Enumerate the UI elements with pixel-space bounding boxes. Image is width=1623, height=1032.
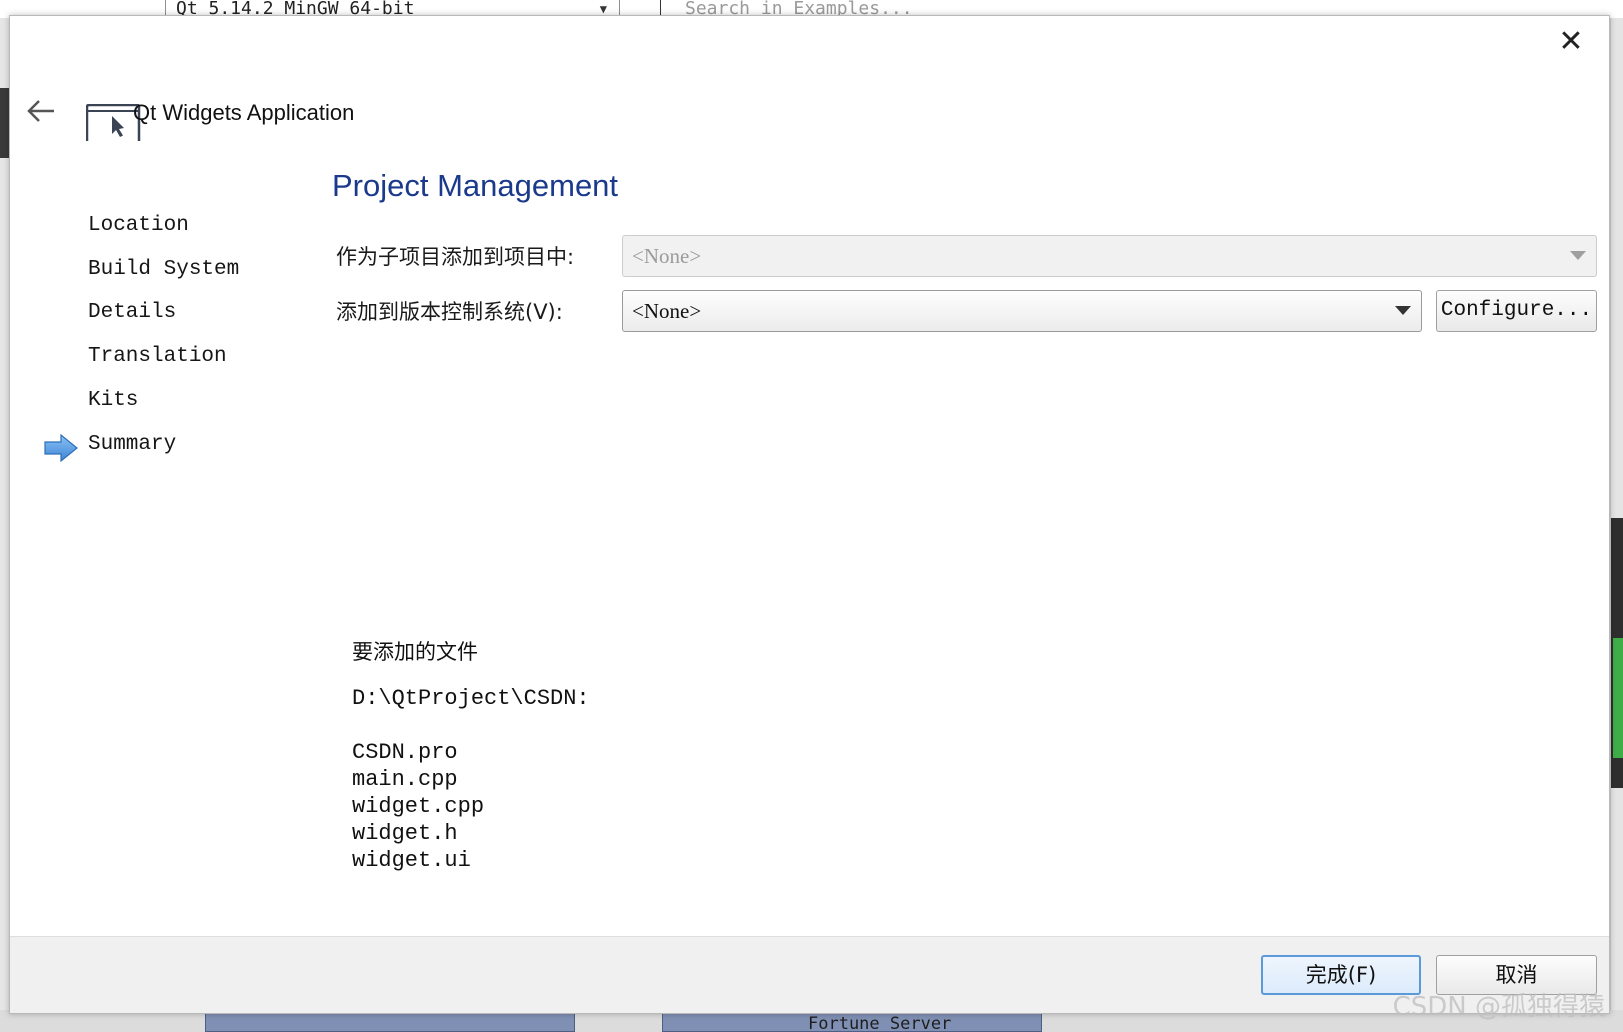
list-item: CSDN.pro: [352, 740, 458, 765]
background-right-green-block: [1613, 638, 1623, 758]
step-build-system: Build System: [88, 258, 240, 281]
dialog-footer: 完成(F) 取消: [10, 936, 1609, 1013]
project-path: D:\QtProject\CSDN:: [352, 686, 590, 711]
step-summary: Summary: [88, 433, 177, 456]
new-project-wizard-dialog: ✕ Qt Widgets Application Location Build …: [9, 15, 1610, 1014]
background-left-dark-block: [0, 88, 9, 158]
background-example-tile-label: Fortune Server: [808, 1014, 952, 1032]
subproject-combo: <None>: [622, 235, 1597, 277]
list-item: widget.ui: [352, 848, 471, 873]
current-step-arrow-icon: [44, 433, 78, 463]
step-translation: Translation: [88, 345, 227, 368]
configure-button[interactable]: Configure...: [1436, 290, 1597, 332]
watermark: CSDN @孤独得猿: [1392, 992, 1605, 1022]
vcs-combo-value: <None>: [632, 299, 702, 323]
files-to-add-heading: 要添加的文件: [352, 640, 478, 664]
list-item: widget.h: [352, 821, 458, 846]
step-details: Details: [88, 301, 177, 324]
page-title: Project Management: [332, 168, 619, 203]
vcs-combo[interactable]: <None>: [622, 290, 1422, 332]
file-list: CSDN.pro main.cpp widget.cpp widget.h wi…: [352, 739, 484, 874]
list-item: main.cpp: [352, 767, 458, 792]
wizard-template-title: Qt Widgets Application: [133, 100, 355, 125]
subproject-combo-value: <None>: [632, 244, 702, 268]
back-arrow-icon[interactable]: [24, 94, 58, 128]
chevron-down-icon: [1395, 306, 1411, 315]
vcs-label: 添加到版本控制系统(V):: [336, 300, 563, 324]
step-kits: Kits: [88, 389, 139, 412]
chevron-down-icon: [1570, 251, 1586, 260]
screen: Qt 5.14.2 MinGW 64-bit ▼ Search in Examp…: [0, 0, 1623, 1032]
subproject-label: 作为子项目添加到项目中:: [336, 245, 575, 269]
close-icon[interactable]: ✕: [1553, 24, 1589, 60]
background-right-panel: [1610, 18, 1623, 1032]
step-location: Location: [88, 214, 189, 237]
list-item: widget.cpp: [352, 794, 485, 819]
